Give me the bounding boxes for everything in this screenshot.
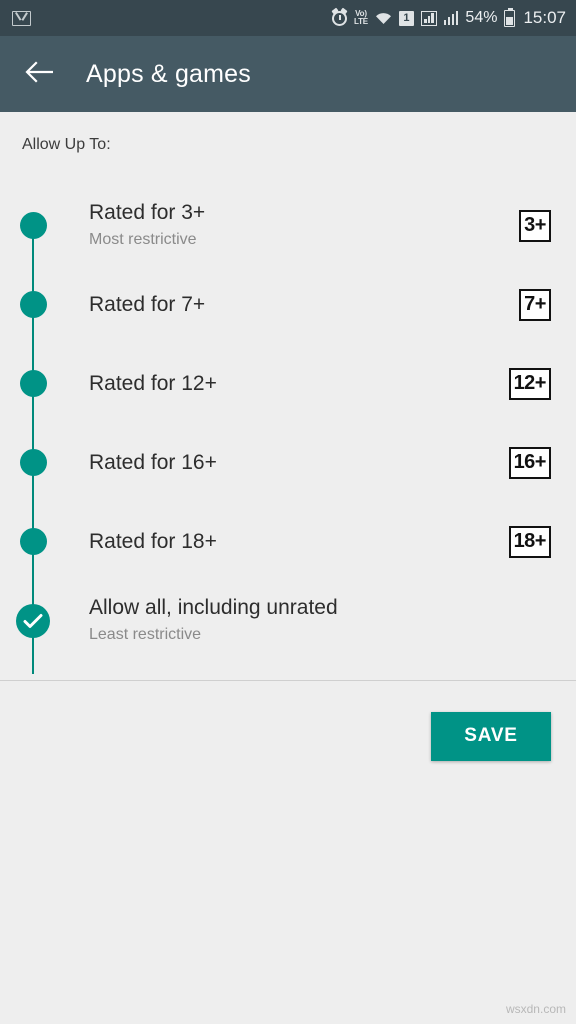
watermark: wsxdn.com (505, 1002, 566, 1016)
rating-badge: 7+ (519, 288, 551, 321)
timeline-dot-wrap[interactable] (0, 291, 66, 318)
status-bar: Vo) LTE 1 54% 15:07 (0, 0, 576, 36)
back-button[interactable] (22, 57, 56, 91)
rating-badge: 3+ (519, 209, 551, 242)
radio-dot-icon[interactable] (19, 212, 47, 239)
rating-badge: 12+ (508, 367, 551, 400)
list-item[interactable]: Rated for 3+ Most restrictive 3+ (0, 186, 576, 265)
list-item-subtitle: Least restrictive (89, 625, 202, 643)
list-item-text: Rated for 3+ Most restrictive (66, 200, 519, 252)
battery-icon (504, 7, 516, 27)
list-item-text: Rated for 12+ (66, 371, 509, 397)
list-item-text: Allow all, including unrated Least restr… (66, 595, 519, 647)
list-item-title: Rated for 16+ (89, 450, 217, 474)
signal-boxed-icon (420, 10, 437, 26)
sim1-icon: 1 (398, 10, 414, 26)
timeline-dot-wrap[interactable] (0, 212, 66, 239)
page-title: Apps & games (86, 59, 251, 88)
save-button[interactable]: SAVE (431, 711, 551, 761)
timeline-dot-wrap[interactable] (0, 449, 66, 476)
rating-badge: 18+ (508, 525, 551, 558)
status-bar-system-icons: Vo) LTE 1 54% 15:07 (332, 7, 566, 28)
list-item-title: Rated for 18+ (89, 529, 217, 553)
rating-list: Rated for 3+ Most restrictive 3+ Rated f… (0, 186, 576, 674)
section-label: Allow Up To: (22, 136, 111, 153)
list-item-text: Rated for 18+ (66, 529, 509, 555)
content-area: Allow Up To: Rated for 3+ Most restricti… (0, 112, 576, 791)
volte-icon: Vo) LTE (354, 10, 368, 26)
list-item[interactable]: Rated for 7+ 7+ (0, 265, 576, 344)
list-item-selected[interactable]: Allow all, including unrated Least restr… (0, 581, 576, 660)
radio-dot-icon[interactable] (19, 291, 47, 318)
timeline-dot-wrap[interactable] (0, 528, 66, 555)
signal-bars-icon (443, 11, 459, 25)
gmail-icon (12, 10, 31, 26)
battery-percent-label: 54% (465, 9, 498, 26)
rating-badge (519, 605, 551, 637)
app-bar: Apps & games (0, 36, 576, 112)
list-item[interactable]: Rated for 12+ 12+ (0, 344, 576, 423)
timeline-dot-wrap[interactable] (0, 370, 66, 397)
wifi-icon (375, 11, 392, 25)
list-item-text: Rated for 7+ (66, 292, 519, 318)
list-item-title: Rated for 12+ (89, 371, 217, 395)
timeline-dot-wrap[interactable] (0, 603, 66, 638)
radio-dot-icon[interactable] (19, 370, 47, 397)
list-item-text: Rated for 16+ (66, 450, 509, 476)
list-item[interactable]: Rated for 18+ 18+ (0, 502, 576, 581)
list-item-title: Rated for 3+ (89, 200, 206, 224)
check-circle-icon[interactable] (16, 603, 50, 638)
back-arrow-icon (25, 60, 54, 88)
list-item[interactable]: Rated for 16+ 16+ (0, 423, 576, 502)
list-item-subtitle: Most restrictive (89, 230, 197, 248)
list-item-title: Allow all, including unrated (89, 595, 338, 619)
radio-dot-icon[interactable] (19, 449, 47, 476)
footer-actions: SAVE (0, 681, 576, 791)
clock-label: 15:07 (523, 8, 566, 27)
rating-badge: 16+ (508, 446, 551, 479)
status-bar-notifications (12, 10, 31, 26)
list-item-title: Rated for 7+ (89, 292, 206, 316)
alarm-clock-icon (332, 10, 347, 26)
radio-dot-icon[interactable] (19, 528, 47, 555)
volte-bottom-label: LTE (354, 17, 368, 26)
